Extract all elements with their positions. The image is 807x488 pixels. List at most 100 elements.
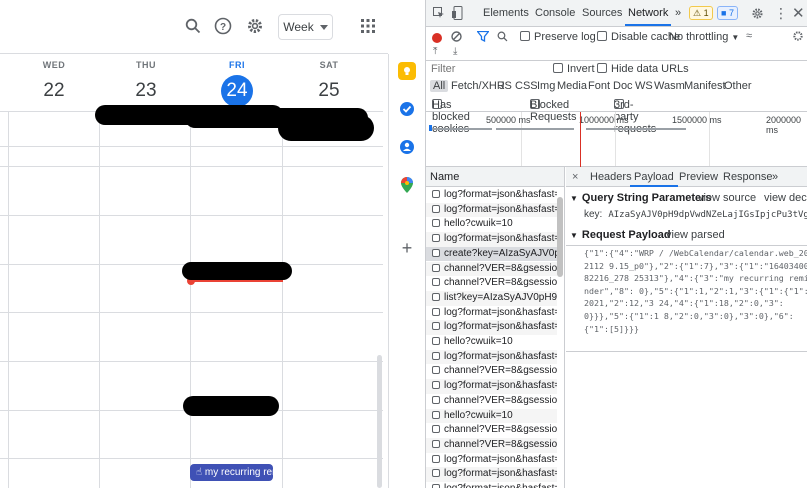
request-row[interactable]: channel?VER=8&gsessionid=...	[426, 394, 557, 409]
export-har-icon[interactable]: ⤓	[453, 46, 457, 57]
request-row[interactable]: hello?cwuik=10	[426, 335, 557, 350]
close-detail-icon[interactable]: ×	[572, 171, 578, 183]
request-row[interactable]: log?format=json&hasfast=tr...	[426, 320, 557, 335]
filter-input[interactable]	[428, 62, 543, 76]
request-row[interactable]: hello?cwuik=10	[426, 408, 557, 424]
view-decoded-link[interactable]: view decod	[764, 192, 807, 204]
add-addon-icon[interactable]: +	[398, 238, 416, 258]
disable-cache-checkbox[interactable]: Disable cache	[597, 31, 680, 43]
request-row[interactable]: channel?VER=8&gsessionid=...	[426, 423, 557, 438]
request-row[interactable]: log?format=json&hasfast=tr...	[426, 202, 557, 218]
more-tabs-button[interactable]: »	[675, 7, 681, 19]
apps-grid-icon[interactable]	[357, 15, 379, 37]
timeline-tick-label: 500000 ms	[486, 115, 531, 125]
request-row[interactable]: log?format=json&hasfast=tr...	[426, 232, 557, 247]
calendar-scrollbar[interactable]	[377, 355, 382, 488]
tab-elements[interactable]: Elements	[483, 7, 529, 19]
request-name: log?format=json&hasfast=tr...	[444, 189, 557, 200]
type-filter-js[interactable]: JS	[499, 80, 512, 92]
type-filter-fetch-xhr[interactable]: Fetch/XHR	[451, 80, 505, 92]
import-har-icon[interactable]: ⤒	[433, 46, 437, 57]
request-row[interactable]: log?format=json&hasfast=tr...	[426, 482, 557, 488]
tab-sources[interactable]: Sources	[582, 7, 622, 19]
tab-payload[interactable]: Payload	[630, 171, 678, 187]
view-parsed-link[interactable]: view parsed	[666, 229, 725, 241]
day-header-wed[interactable]: WED 22	[8, 60, 100, 107]
help-icon[interactable]: ?	[212, 15, 234, 37]
day-name: THU	[136, 60, 156, 70]
type-filter-ws[interactable]: WS	[635, 80, 653, 92]
tab-response[interactable]: Response	[723, 171, 773, 183]
timeline-tick-label: 1500000 ms	[672, 115, 722, 125]
type-filter-other[interactable]: Other	[724, 80, 752, 92]
request-row[interactable]: log?format=json&hasfast=tr...	[426, 306, 557, 321]
type-filter-wasm[interactable]: Wasm	[654, 80, 685, 92]
messages-badge[interactable]: ■ 7	[717, 6, 738, 20]
week-grid[interactable]	[0, 111, 383, 488]
request-row[interactable]: log?format=json&hasfast=tr...	[426, 467, 557, 482]
request-row[interactable]: channel?VER=8&gsessionid=...	[426, 261, 557, 277]
calendar-panel: ? Week WED 22 THU 23 FRI 24 SAT 25 ☝ my …	[0, 0, 388, 488]
event-chip-recurring-reminder[interactable]: ☝ my recurring rem	[190, 464, 273, 481]
invert-label: Invert	[567, 63, 595, 75]
request-row[interactable]: hello?cwuik=10	[426, 217, 557, 232]
request-row[interactable]: log?format=json&hasfast=tr...	[426, 188, 557, 203]
inspect-element-icon[interactable]	[433, 7, 445, 22]
request-list-scrollbar[interactable]	[557, 197, 563, 277]
warnings-badge[interactable]: ⚠ 1	[689, 6, 713, 20]
request-row[interactable]: log?format=json&hasfast=tr...	[426, 349, 557, 365]
view-selector-button[interactable]: Week	[278, 14, 333, 40]
name-column-header[interactable]: Name	[426, 167, 564, 187]
close-devtools-icon[interactable]: ✕	[792, 4, 805, 22]
network-overview-timeline[interactable]: 500000 ms 1000000 ms 1500000 ms 2000000 …	[426, 111, 807, 168]
kebab-menu-icon[interactable]: ⋮	[774, 5, 788, 22]
filter-funnel-icon[interactable]	[476, 30, 490, 45]
device-toggle-icon[interactable]	[452, 6, 464, 23]
more-detail-tabs[interactable]: »	[772, 171, 778, 183]
view-source-link[interactable]: view source	[698, 192, 756, 204]
type-filter-media[interactable]: Media	[557, 80, 587, 92]
clear-icon[interactable]	[451, 31, 462, 45]
preserve-log-checkbox[interactable]: Preserve log	[520, 31, 596, 43]
request-type-icon	[432, 425, 440, 434]
request-row[interactable]: log?format=json&hasfast=tr...	[426, 379, 557, 394]
day-header-thu[interactable]: THU 23	[100, 60, 192, 107]
network-conditions-icon[interactable]: ≈	[746, 30, 752, 42]
network-settings-icon[interactable]	[792, 30, 804, 45]
query-string-section[interactable]: ▼ Query String Parameters	[570, 192, 712, 204]
contacts-icon[interactable]	[398, 138, 416, 156]
day-header-sat[interactable]: SAT 25	[283, 60, 375, 107]
tasks-icon[interactable]	[398, 100, 416, 118]
request-row[interactable]: create?key=AIzaSyAJV0pH9...	[426, 246, 557, 262]
tab-console[interactable]: Console	[535, 7, 575, 19]
settings-gear-icon[interactable]	[751, 7, 764, 23]
throttling-select[interactable]: No throttling ▼	[669, 31, 739, 43]
request-row[interactable]: channel?VER=8&gsessionid=...	[426, 276, 557, 291]
day-header-fri-today[interactable]: FRI 24	[191, 60, 283, 107]
request-row[interactable]: channel?VER=8&gsessionid=...	[426, 364, 557, 379]
type-filter-font[interactable]: Font	[588, 80, 610, 92]
request-row[interactable]: log?format=json&hasfast=tr...	[426, 453, 557, 468]
request-row[interactable]: channel?VER=8&gsessionid=...	[426, 437, 557, 453]
settings-gear-icon[interactable]	[244, 15, 266, 37]
request-row[interactable]: list?key=AIzaSyAJV0pH9dpV...	[426, 290, 557, 306]
keep-icon[interactable]	[398, 62, 416, 80]
maps-icon[interactable]	[398, 176, 416, 194]
tab-preview[interactable]: Preview	[679, 171, 718, 183]
type-filter-img[interactable]: Img	[537, 80, 555, 92]
type-filter-manifest[interactable]: Manifest	[684, 80, 726, 92]
request-payload-header[interactable]: ▼ Request Payload	[570, 229, 671, 241]
type-filter-all[interactable]: All	[430, 80, 449, 92]
type-filter-doc[interactable]: Doc	[613, 80, 633, 92]
request-name: create?key=AIzaSyAJV0pH9...	[444, 247, 557, 259]
request-name: log?format=json&hasfast=tr...	[444, 321, 557, 333]
search-icon[interactable]	[182, 15, 204, 37]
invert-checkbox[interactable]: Invert	[553, 63, 595, 75]
type-filter-css[interactable]: CSS	[515, 80, 538, 92]
tab-network[interactable]: Network	[624, 7, 672, 26]
hide-data-urls-checkbox[interactable]: Hide data URLs	[597, 63, 689, 75]
tab-headers[interactable]: Headers	[590, 171, 632, 183]
record-icon[interactable]	[432, 32, 442, 46]
search-icon[interactable]	[497, 31, 508, 45]
preserve-log-label: Preserve log	[534, 31, 596, 43]
